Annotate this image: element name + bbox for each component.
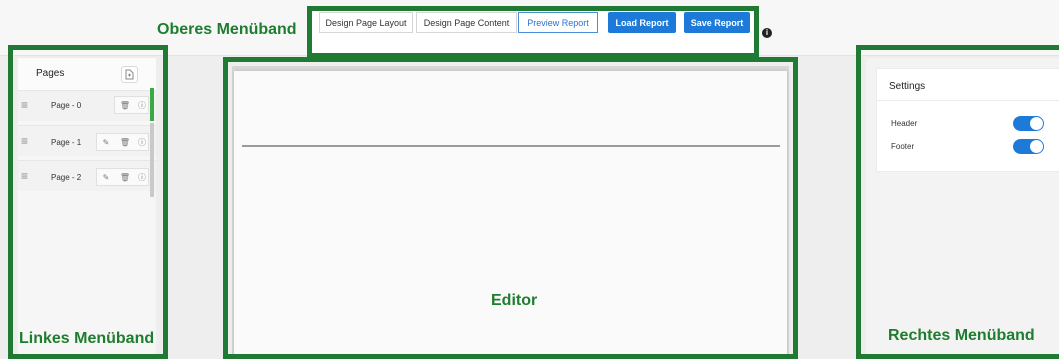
- annotation-frame-left: [8, 45, 168, 359]
- annotation-frame-editor: [223, 57, 798, 359]
- annotation-right-menu: Rechtes Menüband: [888, 327, 1035, 344]
- load-report-button[interactable]: Load Report: [608, 12, 676, 33]
- tab-design-page-layout[interactable]: Design Page Layout: [319, 12, 413, 33]
- info-icon[interactable]: i: [762, 28, 772, 38]
- annotation-top-menu: Oberes Menüband: [157, 21, 297, 38]
- annotation-frame-right: [856, 45, 1059, 359]
- save-report-button[interactable]: Save Report: [684, 12, 750, 33]
- tab-preview-report[interactable]: Preview Report: [518, 12, 598, 33]
- annotation-editor: Editor: [491, 292, 538, 309]
- tab-design-page-content[interactable]: Design Page Content: [416, 12, 517, 33]
- annotation-left-menu: Linkes Menüband: [19, 330, 155, 347]
